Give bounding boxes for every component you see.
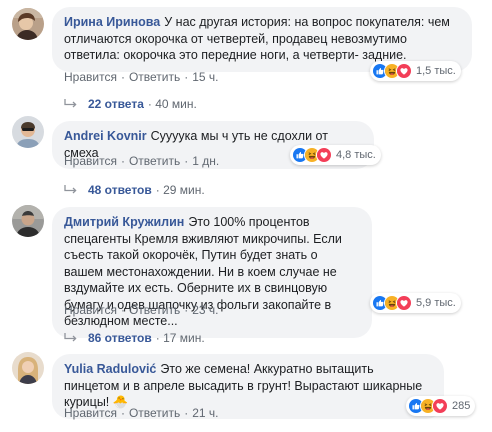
love-icon xyxy=(396,63,412,79)
reactions-summary[interactable]: 5,9 тыс. xyxy=(370,293,461,313)
reactions-count: 4,8 тыс. xyxy=(336,149,376,161)
avatar[interactable] xyxy=(12,8,44,40)
reactions-summary[interactable]: 1,5 тыс. xyxy=(370,61,461,81)
replies-time: · 17 мин. xyxy=(155,331,205,345)
view-replies-link[interactable]: 48 ответов · 29 мин. xyxy=(64,183,205,197)
comment-time[interactable]: 23 ч. xyxy=(192,303,218,317)
comment-author[interactable]: Ирина Иринова xyxy=(64,15,160,29)
comment-actions: Нравится · Ответить · 15 ч. xyxy=(64,70,219,84)
avatar[interactable] xyxy=(12,116,44,148)
reactions-summary[interactable]: 285 xyxy=(406,396,476,416)
reactions-summary[interactable]: 4,8 тыс. xyxy=(290,145,381,165)
like-button[interactable]: Нравится xyxy=(64,154,117,168)
avatar[interactable] xyxy=(12,352,44,384)
reply-arrow-icon xyxy=(64,333,78,343)
replies-count[interactable]: 48 ответов xyxy=(88,183,152,197)
reply-button[interactable]: Ответить xyxy=(129,303,180,317)
reply-button[interactable]: Ответить xyxy=(129,154,180,168)
comment-time[interactable]: 15 ч. xyxy=(192,70,218,84)
reactions-count: 5,9 тыс. xyxy=(416,297,456,309)
love-icon xyxy=(432,398,448,414)
reply-button[interactable]: Ответить xyxy=(129,70,180,84)
love-icon xyxy=(316,147,332,163)
comment-author[interactable]: Andrei Kovnir xyxy=(64,129,147,143)
comment-time[interactable]: 21 ч. xyxy=(192,406,218,420)
replies-count[interactable]: 86 ответов xyxy=(88,331,152,345)
like-button[interactable]: Нравится xyxy=(64,70,117,84)
reply-button[interactable]: Ответить xyxy=(129,406,180,420)
comment-author[interactable]: Дмитрий Кружилин xyxy=(64,215,184,229)
replies-count[interactable]: 22 ответа xyxy=(88,97,144,111)
like-button[interactable]: Нравится xyxy=(64,406,117,420)
comment-author[interactable]: Yulia Radulović xyxy=(64,362,156,376)
comment-actions: Нравится · Ответить · 23 ч. xyxy=(64,303,219,317)
view-replies-link[interactable]: 86 ответов · 17 мин. xyxy=(64,331,205,345)
reactions-count: 285 xyxy=(452,400,471,412)
avatar[interactable] xyxy=(12,205,44,237)
replies-time: · 40 мин. xyxy=(147,97,197,111)
reactions-count: 1,5 тыс. xyxy=(416,65,456,77)
love-icon xyxy=(396,295,412,311)
reply-arrow-icon xyxy=(64,99,78,109)
reply-arrow-icon xyxy=(64,185,78,195)
comment-time[interactable]: 1 дн. xyxy=(192,154,219,168)
comment-actions: Нравится · Ответить · 1 дн. xyxy=(64,154,220,168)
like-button[interactable]: Нравится xyxy=(64,303,117,317)
replies-time: · 29 мин. xyxy=(155,183,205,197)
comment-bubble: Дмитрий Кружилин Это 100% процентов спеца… xyxy=(52,207,372,338)
comment-actions: Нравится · Ответить · 21 ч. xyxy=(64,406,219,420)
view-replies-link[interactable]: 22 ответа · 40 мин. xyxy=(64,97,197,111)
